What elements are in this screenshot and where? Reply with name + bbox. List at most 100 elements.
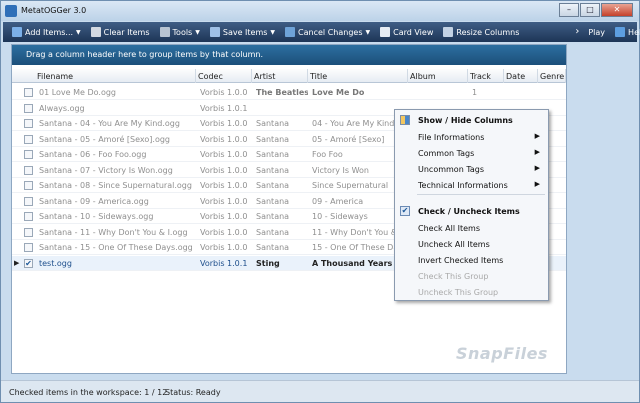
row-checkbox[interactable] bbox=[24, 196, 33, 206]
toolbar: Add Items... ▼ Clear Items Tools ▼ Save Items… bbox=[3, 22, 640, 42]
column-header-title[interactable]: Title bbox=[308, 69, 408, 83]
row-checkbox[interactable] bbox=[24, 134, 33, 144]
column-header-artist[interactable]: Artist bbox=[252, 69, 308, 83]
cell-artist: Santana bbox=[256, 212, 290, 221]
menu-item-label: Show / Hide Columns bbox=[418, 116, 513, 125]
tools-label: Tools bbox=[172, 27, 193, 37]
maximize-button[interactable]: □ bbox=[580, 3, 600, 17]
cell-title: Love Me Do bbox=[312, 88, 365, 97]
row-checkbox[interactable] bbox=[24, 88, 33, 97]
menu-item-label: Uncheck This Group bbox=[418, 288, 499, 297]
cell-artist: Sting bbox=[256, 258, 280, 268]
row-checkbox[interactable]: ✔ bbox=[24, 258, 33, 268]
row-checkbox[interactable] bbox=[24, 212, 33, 221]
cell-artist: Santana bbox=[256, 196, 290, 206]
column-header-genre[interactable]: Genre bbox=[538, 69, 566, 83]
row-checkbox[interactable] bbox=[24, 103, 33, 113]
minimize-button[interactable]: – bbox=[559, 3, 579, 17]
group-by-panel[interactable]: Drag a column header here to group items… bbox=[12, 45, 566, 65]
resize-button[interactable]: Resize Columns bbox=[438, 22, 524, 42]
submenu-arrow-icon: ▶ bbox=[534, 148, 540, 156]
cell-codec: Vorbis 1.0.0 bbox=[200, 212, 248, 221]
cancel-label: Cancel Changes bbox=[298, 27, 363, 37]
add-button[interactable]: Add Items... ▼ bbox=[7, 22, 86, 42]
column-header-album[interactable]: Album bbox=[408, 69, 468, 83]
row-checkbox[interactable] bbox=[24, 243, 33, 252]
menu-item-common-tags[interactable]: Common Tags ▶ bbox=[395, 145, 548, 161]
add-icon bbox=[12, 27, 22, 37]
checkbox-icon: ✔ bbox=[400, 206, 410, 216]
menu-item-check-all-items[interactable]: Check All Items bbox=[395, 220, 548, 236]
cell-codec: Vorbis 1.0.1 bbox=[200, 258, 248, 268]
help-label: Help bbox=[628, 27, 640, 37]
app-icon bbox=[5, 5, 17, 17]
help-button[interactable]: Help▼ bbox=[610, 22, 640, 42]
cell-codec: Vorbis 1.0.1 bbox=[200, 103, 248, 113]
cell-filename: Santana - 15 - One Of These Days.ogg bbox=[39, 243, 193, 252]
column-header-filename[interactable]: Filename bbox=[35, 69, 196, 83]
menu-item-label: Technical Informations bbox=[418, 181, 508, 190]
cell-codec: Vorbis 1.0.0 bbox=[200, 196, 248, 206]
cell-artist: Santana bbox=[256, 165, 290, 175]
menu-item-label: Check This Group bbox=[418, 272, 489, 281]
cell-filename: Santana - 05 - Amoré [Sexo].ogg bbox=[39, 134, 171, 144]
play-label: Play bbox=[588, 27, 606, 37]
cell-artist: Santana bbox=[256, 150, 290, 159]
menu-item-uncheck-this-group: Uncheck This Group bbox=[395, 284, 548, 300]
menu-item-uncheck-all-items[interactable]: Uncheck All Items bbox=[395, 236, 548, 252]
cell-artist bbox=[254, 101, 308, 116]
menu-item-file-informations[interactable]: File Informations ▶ bbox=[395, 129, 548, 145]
cell-filename: Santana - 07 - Victory Is Won.ogg bbox=[39, 165, 173, 175]
menu-item-technical-informations[interactable]: Technical Informations ▶ bbox=[395, 177, 548, 193]
cell-codec: Vorbis 1.0.0 bbox=[200, 165, 248, 175]
cell-artist: Santana bbox=[256, 243, 290, 252]
row-checkbox[interactable] bbox=[24, 181, 33, 190]
card-view-button[interactable]: Card View bbox=[375, 22, 438, 42]
table-row[interactable]: 01 Love Me Do.ogg Vorbis 1.0.0 The Beatles… bbox=[12, 85, 566, 100]
context-menu: Show / Hide Columns File Informations ▶ Com… bbox=[394, 109, 549, 301]
tools-icon bbox=[159, 27, 170, 37]
title-bar: MetatOGGer 3.0 – □ ✕ bbox=[1, 1, 639, 21]
status-value: Ready bbox=[195, 388, 221, 397]
cell-artist: The Beatles bbox=[256, 88, 308, 97]
cell-filename: Santana - 09 - America.ogg bbox=[39, 196, 149, 206]
resize-icon bbox=[443, 27, 454, 37]
submenu-arrow-icon: ▶ bbox=[534, 164, 540, 172]
card-view-icon bbox=[380, 27, 391, 37]
window-controls: – □ ✕ bbox=[559, 3, 633, 17]
menu-item-uncommon-tags[interactable]: Uncommon Tags ▶ bbox=[395, 161, 548, 177]
cell-codec: Vorbis 1.0.0 bbox=[200, 134, 248, 144]
save-button[interactable]: Save Items ▼ bbox=[205, 22, 280, 42]
column-header-row: Filename Codec Artist Title Album Track Date Ge… bbox=[12, 69, 566, 83]
row-checkbox[interactable] bbox=[24, 165, 33, 175]
cell-filename: Santana - 11 - Why Don't You & I.ogg bbox=[39, 227, 188, 237]
column-header-date[interactable]: Date bbox=[504, 69, 538, 83]
menu-item-label: Uncommon Tags bbox=[418, 165, 485, 174]
cell-album bbox=[410, 85, 468, 100]
snapfiles-watermark: SnapFiles bbox=[456, 344, 548, 363]
columns-icon bbox=[400, 115, 410, 125]
close-button[interactable]: ✕ bbox=[601, 3, 633, 17]
cell-filename: 01 Love Me Do.ogg bbox=[39, 88, 117, 97]
cell-artist: Santana bbox=[256, 181, 290, 190]
clear-button[interactable]: Clear Items bbox=[86, 22, 155, 42]
tools-button[interactable]: Tools ▼ bbox=[155, 22, 205, 42]
save-label: Save Items bbox=[222, 27, 268, 37]
column-header-codec[interactable]: Codec bbox=[196, 69, 252, 83]
submenu-arrow-icon: ▶ bbox=[534, 180, 540, 188]
cancel-button[interactable]: Cancel Changes ▼ bbox=[280, 22, 375, 42]
row-checkbox[interactable] bbox=[24, 119, 33, 128]
cell-track: 1 bbox=[472, 88, 478, 97]
menu-item-show-hide-columns[interactable]: Show / Hide Columns bbox=[395, 112, 548, 128]
help-icon bbox=[615, 27, 626, 37]
menu-item-check-uncheck-items[interactable]: ✔ Check / Uncheck Items bbox=[395, 203, 548, 219]
row-checkbox[interactable] bbox=[24, 227, 33, 237]
cell-artist: Santana bbox=[256, 119, 290, 128]
menu-item-invert-checked-items[interactable]: Invert Checked Items bbox=[395, 252, 548, 268]
cell-filename: Always.ogg bbox=[39, 103, 85, 113]
play-button[interactable]: › Play bbox=[570, 22, 610, 42]
dropdown-arrow-icon: ▼ bbox=[365, 28, 371, 36]
cell-filename: Santana - 08 - Since Supernatural.ogg bbox=[39, 181, 192, 190]
row-checkbox[interactable] bbox=[24, 150, 33, 159]
column-header-track[interactable]: Track bbox=[468, 69, 504, 83]
